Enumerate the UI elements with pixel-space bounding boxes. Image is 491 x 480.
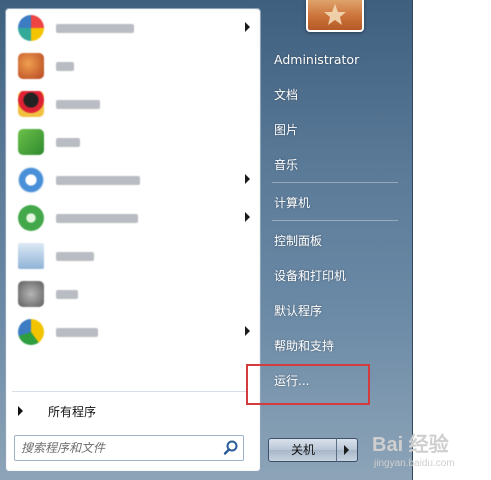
programs-pane: 所有程序 xyxy=(5,8,261,472)
submenu-arrow-icon xyxy=(245,212,250,222)
program-item-9[interactable] xyxy=(12,315,254,349)
shutdown-button[interactable]: 关机 xyxy=(268,438,338,462)
documents-link[interactable]: 文档 xyxy=(266,82,414,108)
chevron-right-icon xyxy=(344,445,349,455)
orange-app-icon xyxy=(18,53,44,79)
computer-link[interactable]: 计算机 xyxy=(266,190,414,216)
program-label xyxy=(56,100,100,109)
program-item-7[interactable] xyxy=(12,239,254,273)
program-item-5[interactable] xyxy=(12,163,254,197)
divider xyxy=(272,182,398,183)
program-item-6[interactable] xyxy=(12,201,254,235)
green-circle-app-icon xyxy=(18,205,44,231)
program-label xyxy=(56,290,78,299)
pictures-link[interactable]: 图片 xyxy=(266,117,414,143)
control-panel-link[interactable]: 控制面板 xyxy=(266,228,414,254)
green-app-icon xyxy=(18,129,44,155)
submenu-arrow-icon xyxy=(245,326,250,336)
submenu-arrow-icon xyxy=(245,174,250,184)
watermark-url: jingyan.baidu.com xyxy=(374,458,455,469)
shutdown-options-button[interactable] xyxy=(336,438,358,462)
search-box xyxy=(14,435,244,461)
program-label xyxy=(56,328,98,337)
program-label xyxy=(56,138,80,147)
all-programs-button[interactable]: 所有程序 xyxy=(12,399,248,423)
program-item-8[interactable] xyxy=(12,277,254,311)
program-label xyxy=(56,176,140,185)
submenu-arrow-icon xyxy=(245,22,250,32)
user-avatar[interactable] xyxy=(306,0,364,32)
watermark: Bai 经验 jingyan.baidu.com xyxy=(366,428,491,478)
program-item-2[interactable] xyxy=(12,49,254,83)
all-programs-label: 所有程序 xyxy=(48,405,97,419)
program-item-1[interactable] xyxy=(12,11,254,45)
search-input[interactable] xyxy=(19,438,219,458)
program-label xyxy=(56,62,74,71)
divider xyxy=(272,220,398,221)
program-label xyxy=(56,24,134,33)
user-name-link[interactable]: Administrator xyxy=(266,47,414,73)
default-programs-link[interactable]: 默认程序 xyxy=(266,298,414,324)
watermark-logo: Bai 经验 xyxy=(372,434,449,456)
gray-app-icon xyxy=(18,281,44,307)
program-item-4[interactable] xyxy=(12,125,254,159)
program-label xyxy=(56,252,94,261)
expand-arrow-icon xyxy=(18,406,23,416)
document-app-icon xyxy=(18,243,44,269)
divider xyxy=(12,391,248,392)
penguin-qq-icon xyxy=(18,91,44,117)
program-item-3[interactable] xyxy=(12,87,254,121)
search-icon[interactable] xyxy=(221,438,241,458)
help-support-link[interactable]: 帮助和支持 xyxy=(266,333,414,359)
highlight-box xyxy=(246,364,370,405)
devices-printers-link[interactable]: 设备和打印机 xyxy=(266,263,414,289)
program-label xyxy=(56,214,138,223)
music-link[interactable]: 音乐 xyxy=(266,152,414,178)
colorful-ball-app-icon xyxy=(18,15,44,41)
yellow-green-app-icon xyxy=(18,319,44,345)
blue-circle-app-icon xyxy=(18,167,44,193)
